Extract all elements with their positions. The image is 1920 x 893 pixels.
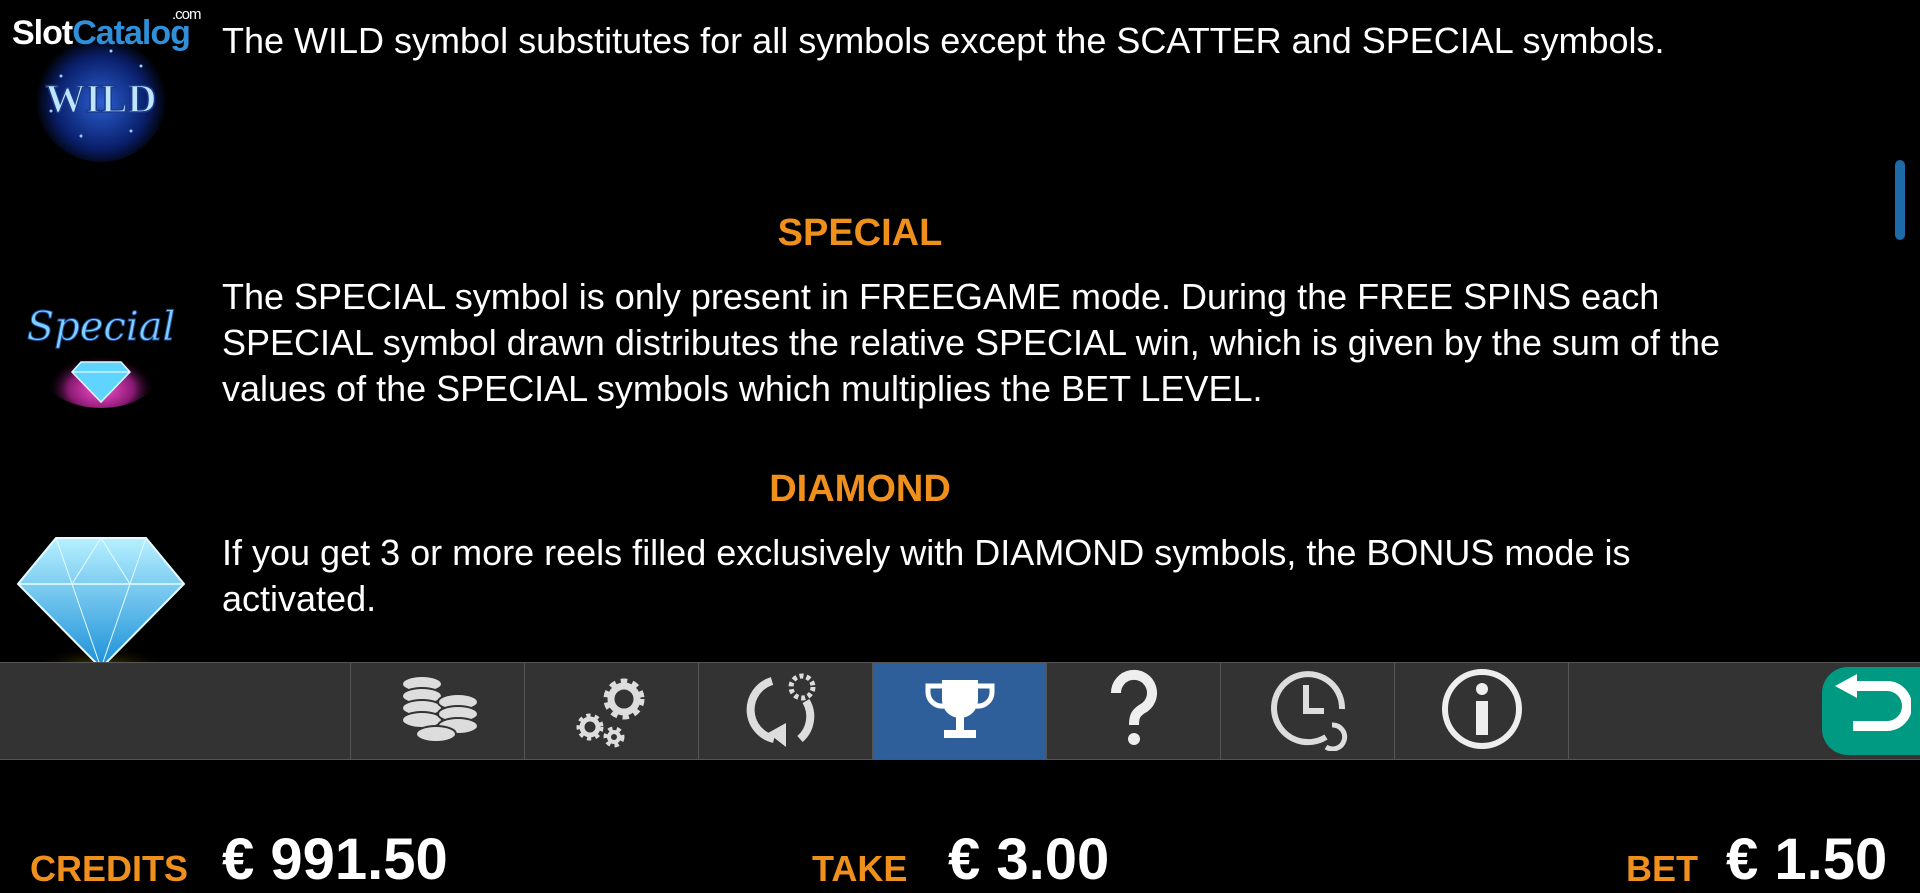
back-arrow-icon <box>1831 673 1912 749</box>
diamond-title: DIAMOND <box>769 468 951 510</box>
back-button[interactable] <box>1822 667 1920 755</box>
wild-section: WILD The WILD symbol substitutes for all… <box>0 0 1896 170</box>
balance-footer: CREDITS € 991.50 TAKE € 3.00 BET € 1.50 <box>0 760 1920 892</box>
diamond-symbol-icon <box>12 528 190 662</box>
special-symbol-icon: Special <box>12 270 190 410</box>
autoplay-icon <box>744 667 828 756</box>
special-section: Special The SPECIAL symbol is only prese… <box>0 270 1896 420</box>
toolbar-divider-end <box>1568 663 1570 759</box>
slotcatalog-logo: SlotCatalog .com <box>12 6 201 53</box>
diamond-section: If you get 3 or more reels filled exclus… <box>0 528 1896 662</box>
take-value: € 3.00 <box>948 827 1110 892</box>
help-icon <box>1104 669 1164 754</box>
gears-icon <box>570 669 654 754</box>
trophy-icon <box>920 674 1000 749</box>
wild-description: The WILD symbol substitutes for all symb… <box>222 20 1665 61</box>
diamond-description: If you get 3 or more reels filled exclus… <box>222 532 1631 619</box>
toolbar-history-button[interactable] <box>1220 663 1395 759</box>
toolbar-paytable-button[interactable] <box>872 663 1047 759</box>
scrollbar[interactable] <box>1894 0 1908 662</box>
coins-icon <box>396 672 480 751</box>
toolbar-settings-button[interactable] <box>524 663 699 759</box>
menu-toolbar <box>0 662 1920 760</box>
wild-icon-text: WILD <box>45 76 156 121</box>
history-icon <box>1266 667 1350 756</box>
toolbar-coins-button[interactable] <box>350 663 525 759</box>
special-title: SPECIAL <box>777 212 943 254</box>
scrollbar-thumb[interactable] <box>1895 160 1905 240</box>
paytable-content[interactable]: WILD The WILD symbol substitutes for all… <box>0 0 1896 662</box>
toolbar-help-button[interactable] <box>1046 663 1221 759</box>
toolbar-autoplay-button[interactable] <box>698 663 873 759</box>
bet-value: € 1.50 <box>1726 827 1888 892</box>
logo-slot-text: Slot <box>12 14 73 52</box>
take-label: TAKE <box>812 848 908 889</box>
bet-label: BET <box>1626 848 1698 889</box>
info-icon <box>1440 667 1524 756</box>
logo-com-text: .com <box>172 6 201 23</box>
special-icon-text: Special <box>27 304 176 350</box>
credits-label: CREDITS <box>30 848 189 889</box>
toolbar-info-button[interactable] <box>1394 663 1569 759</box>
special-description: The SPECIAL symbol is only present in FR… <box>222 276 1721 409</box>
credits-value: € 991.50 <box>222 827 448 892</box>
